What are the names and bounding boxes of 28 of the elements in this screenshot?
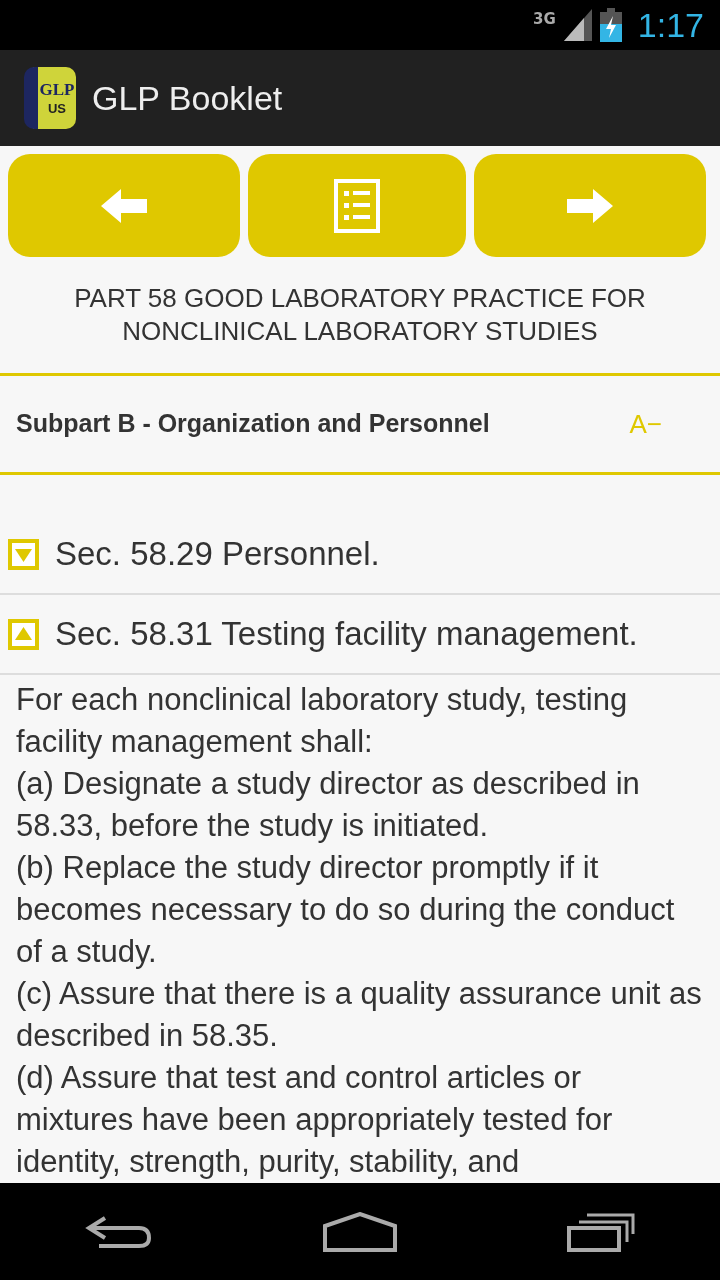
signal-icon (563, 9, 592, 41)
network-type: 3G (533, 9, 556, 30)
recent-apps-icon[interactable] (567, 1211, 635, 1252)
section-header[interactable]: Sec. 58.29 Personnel. (0, 515, 720, 595)
section-paragraph: (b) Replace the study director promptly if it becomes necessary to do so during the conduct of a study. (16, 849, 676, 971)
logo-text: GLP (39, 81, 75, 98)
next-button[interactable] (474, 154, 706, 257)
collapse-icon[interactable] (8, 618, 39, 650)
section-paragraph: (d) Assure that test and control articles or mixtures have been appropriately tested for identity, strength, purity, stability, and (16, 1059, 614, 1181)
contents-button[interactable] (248, 154, 466, 257)
app-title: GLP Booklet (92, 77, 283, 119)
expand-icon[interactable] (8, 538, 39, 570)
right-arrow-icon (567, 188, 613, 223)
part-title: PART 58 GOOD LABORATORY PRACTICE FOR NONCLINICAL LABORATORY STUDIES (73, 282, 647, 348)
logo-text: US (47, 102, 67, 115)
section-paragraph: For each nonclinical laboratory study, testing facility management shall: (16, 681, 629, 761)
previous-button[interactable] (8, 154, 240, 257)
battery-charging-icon (599, 8, 622, 42)
clock: 1:17 (637, 4, 704, 46)
subpart-title: Subpart B - Organization and Personnel (16, 408, 490, 440)
section-title: Sec. 58.31 Testing facility management. (55, 614, 638, 655)
home-icon[interactable] (323, 1211, 397, 1252)
section-header[interactable]: Sec. 58.31 Testing facility management. (0, 595, 720, 675)
left-arrow-icon (101, 188, 147, 223)
section-paragraph: (a) Designate a study director as described in 58.33, before the study is initiated. (16, 765, 641, 845)
section-title: Sec. 58.29 Personnel. (55, 534, 380, 575)
section-paragraph: (c) Assure that there is a quality assurance unit as described in 58.35. (16, 975, 703, 1055)
list-icon (334, 178, 380, 233)
